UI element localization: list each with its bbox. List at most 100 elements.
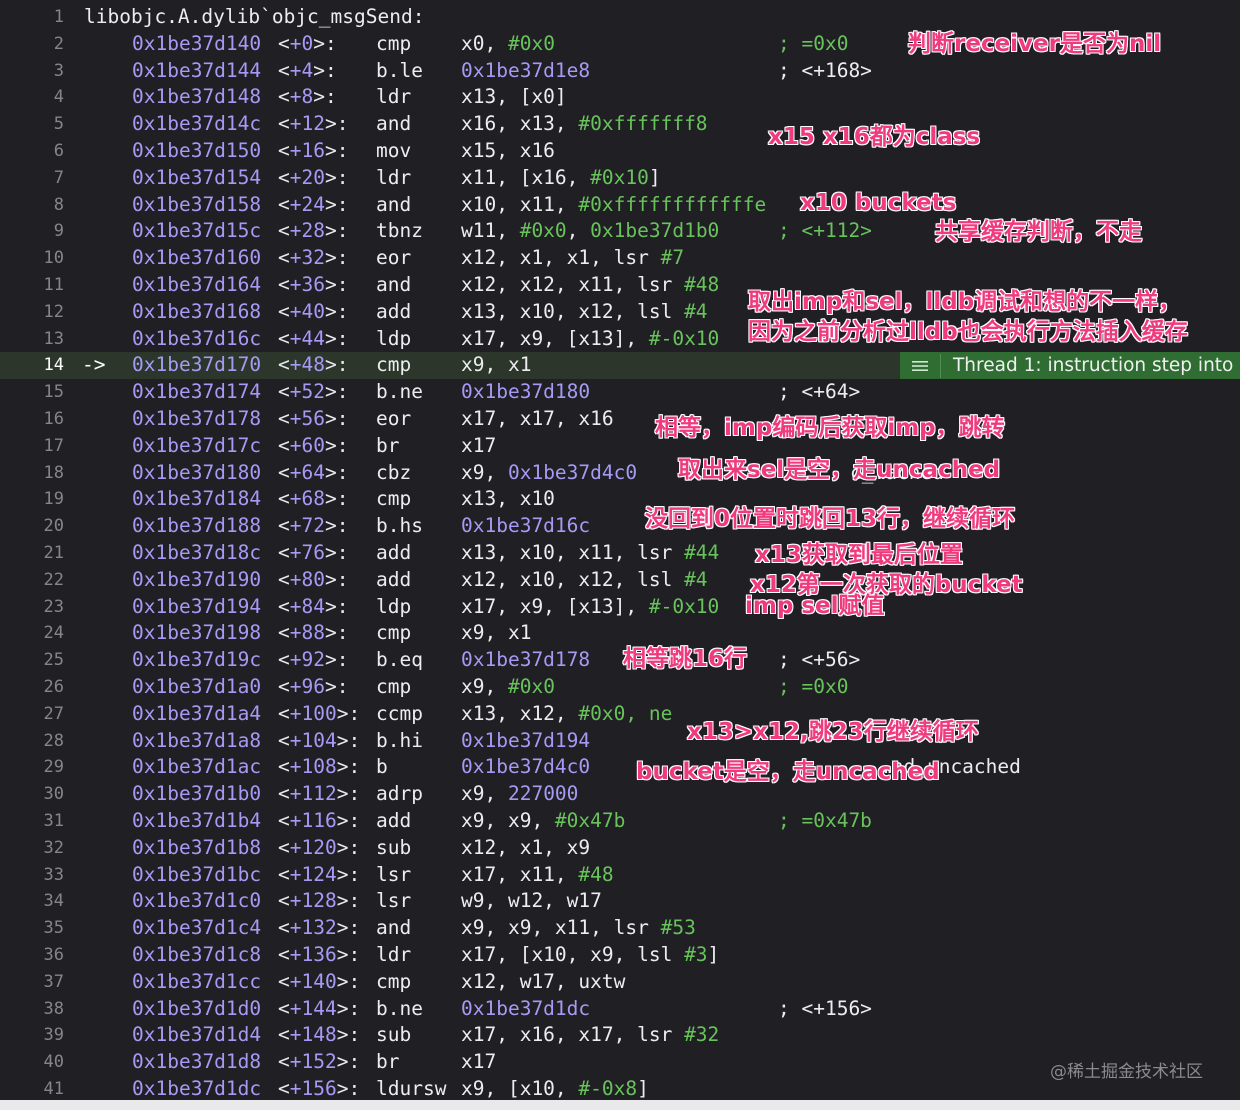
instruction-row[interactable]: 35 0x1be37d1c4 <+132>: and x9, x9, x11, lsr … [0, 915, 1240, 942]
offset-value: +28 [289, 219, 325, 243]
mnemonic: ldr [376, 943, 412, 966]
instruction-row[interactable]: 26 0x1be37d1a0 <+96>: cmp x9, #0x0 ; =0x0 [0, 674, 1240, 701]
instruction-row[interactable]: 4 0x1be37d148 <+8>: ldr x13, [x0] [0, 84, 1240, 111]
instruction-row[interactable]: 34 0x1be37d1c0 <+128>: lsr w9, w12, w17 [0, 888, 1240, 915]
line-number: 24 [43, 623, 64, 644]
operand-token: #48 [578, 862, 614, 886]
operands: x17, x16, x17, lsr #32 [461, 1022, 719, 1049]
instruction-row[interactable]: 20 0x1be37d188 <+72>: b.hs 0x1be37d16c [0, 513, 1240, 540]
line-number: 27 [43, 703, 64, 724]
instruction-row[interactable]: 24 0x1be37d198 <+88>: cmp x9, x1 [0, 620, 1240, 647]
instruction-offset: <+104>: [278, 728, 361, 752]
operands: x13, x10, x11, lsr #44 [461, 540, 719, 567]
instruction-row[interactable]: 39 0x1be37d1d4 <+148>: sub x17, x16, x17, ls… [0, 1022, 1240, 1049]
instruction-row[interactable]: 31 0x1be37d1b4 <+116>: add x9, x9, #0x47b ; =… [0, 808, 1240, 835]
instruction-row[interactable]: 16 0x1be37d178 <+56>: eor x17, x17, x16 [0, 406, 1240, 433]
instruction-offset: <+24>: [278, 192, 349, 216]
instruction-row[interactable]: 7 0x1be37d154 <+20>: ldr x11, [x16, #0x10] [0, 165, 1240, 192]
operand-token: #4 [684, 299, 708, 323]
instruction-row[interactable]: 15 0x1be37d174 <+52>: b.ne 0x1be37d180 ; <+64… [0, 379, 1240, 406]
instruction-comment: ; =0x0 [778, 675, 849, 698]
line-number: 35 [43, 918, 64, 939]
offset-value: +140 [289, 969, 337, 993]
instruction-address: 0x1be37d1b0 [132, 782, 262, 806]
operand-token: , [566, 219, 591, 243]
operand-token: x13, [x0] [461, 85, 567, 109]
instruction-row[interactable]: 32 0x1be37d1b8 <+120>: sub x12, x1, x9 [0, 835, 1240, 862]
instruction-address: 0x1be37d170 [132, 353, 262, 377]
disassembly-header-row: 1 libobjc.A.dylib`objc_msgSend: [0, 4, 1240, 31]
mnemonic: b.hs [376, 514, 423, 538]
operand-token: x12, x12, x11, lsr [461, 273, 685, 296]
annotation-note: 取出来sel是空，走uncached [678, 457, 1001, 483]
mnemonic: and [376, 916, 412, 940]
line-number: 30 [43, 784, 64, 805]
instruction-address: 0x1be37d160 [132, 246, 262, 270]
operand-token: x0, [461, 31, 508, 55]
instruction-address: 0x1be37d150 [132, 139, 262, 162]
instruction-row[interactable]: 22 0x1be37d190 <+80>: add x12, x10, x12, lsl… [0, 567, 1240, 594]
instruction-offset: <+20>: [278, 165, 349, 189]
offset-value: +8 [289, 85, 314, 109]
instruction-row[interactable]: 33 0x1be37d1bc <+124>: lsr x17, x11, #48 [0, 862, 1240, 889]
mnemonic: add [376, 541, 412, 564]
offset-value: +44 [289, 326, 325, 350]
annotation-note: x13获取到最后位置 [755, 542, 963, 568]
operand-token: #3 [684, 943, 708, 966]
line-number: 14 [43, 355, 64, 376]
instruction-row[interactable]: 18 0x1be37d180 <+64>: cbz x9, 0x1be37d4c0 [0, 460, 1240, 487]
instruction-row[interactable]: 29 0x1be37d1ac <+108>: b 0x1be37d4c0 [0, 754, 1240, 781]
offset-value: +60 [289, 433, 325, 457]
offset-value: +40 [289, 299, 325, 323]
instruction-comment: ; =0x47b [778, 809, 872, 832]
instruction-row[interactable]: 23 0x1be37d194 <+84>: ldp x17, x9, [x13], #-… [0, 594, 1240, 621]
instruction-row[interactable]: 6 0x1be37d150 <+16>: mov x15, x16 [0, 138, 1240, 165]
operand-token: ] [707, 943, 720, 966]
operands: x9, [x10, #-0x8] [461, 1076, 649, 1103]
mnemonic: b.ne [376, 380, 423, 404]
instruction-row[interactable]: 38 0x1be37d1d0 <+144>: b.ne 0x1be37d1dc ; <+1… [0, 996, 1240, 1023]
operand-token: 0x1be37d4c0 [461, 755, 591, 779]
instruction-row[interactable]: 36 0x1be37d1c8 <+136>: ldr x17, [x10, x9, ls… [0, 942, 1240, 969]
watermark: @稀土掘金技术社区 [1050, 1062, 1203, 1082]
instruction-address: 0x1be37d164 [132, 273, 262, 296]
instruction-row[interactable]: 27 0x1be37d1a4 <+100>: ccmp x13, x12, #0x0, … [0, 701, 1240, 728]
annotation-note: 共享缓存判断，不走 [935, 219, 1142, 245]
operand-token: x17, x9, [x13], [461, 326, 649, 350]
current-instruction-arrow: -> [82, 353, 106, 377]
instruction-row[interactable]: 5 0x1be37d14c <+12>: and x16, x13, #0xffffff… [0, 111, 1240, 138]
operand-token: x9, [461, 675, 508, 698]
instruction-row[interactable]: 28 0x1be37d1a8 <+104>: b.hi 0x1be37d194 [0, 728, 1240, 755]
instruction-row[interactable]: 19 0x1be37d184 <+68>: cmp x13, x10 [0, 486, 1240, 513]
instruction-row[interactable]: 21 0x1be37d18c <+76>: add x13, x10, x11, lsr… [0, 540, 1240, 567]
instruction-offset: <+120>: [278, 835, 361, 859]
instruction-comment: ; =0x0 [778, 31, 849, 55]
operand-token: x9, [461, 460, 508, 484]
instruction-row[interactable]: 30 0x1be37d1b0 <+112>: adrp x9, 227000 [0, 781, 1240, 808]
instruction-row[interactable]: 25 0x1be37d19c <+92>: b.eq 0x1be37d178 ; <+56… [0, 647, 1240, 674]
instruction-row[interactable]: 8 0x1be37d158 <+24>: and x10, x11, #0xffffff… [0, 192, 1240, 219]
operands: x13, [x0] [461, 84, 567, 111]
operand-token: x13, x12, [461, 701, 579, 725]
thread-status-text: Thread 1: instruction step into [953, 355, 1234, 376]
operands: x13, x10 [461, 486, 555, 513]
instruction-address: 0x1be37d1a0 [132, 675, 262, 698]
instruction-address: 0x1be37d144 [132, 58, 262, 82]
instruction-address: 0x1be37d1d8 [132, 1050, 262, 1074]
operands: w11, #0x0, 0x1be37d1b0 [461, 218, 719, 245]
instruction-row[interactable]: 37 0x1be37d1cc <+140>: cmp x12, w17, uxtw [0, 969, 1240, 996]
operand-token: x15, x16 [461, 139, 555, 162]
instruction-comment: ; <+168> [778, 58, 872, 82]
instruction-row[interactable]: 3 0x1be37d144 <+4>: b.le 0x1be37d1e8 ; <+168> [0, 58, 1240, 85]
operand-token: x11, [x16, [461, 165, 591, 189]
operands: x9, 0x1be37d4c0 [461, 460, 637, 487]
mnemonic: lsr [376, 889, 412, 913]
operand-token: x9, x9, [461, 809, 555, 832]
operands: x9, x1 [461, 352, 531, 379]
instruction-row[interactable]: 10 0x1be37d160 <+32>: eor x12, x1, x1, lsr #… [0, 245, 1240, 272]
thread-status-badge[interactable]: Thread 1: instruction step into [900, 352, 1240, 379]
instruction-row[interactable]: 17 0x1be37d17c <+60>: br x17 [0, 433, 1240, 460]
operand-token: x12, x1, x1, lsr [461, 246, 661, 270]
line-number: 20 [43, 516, 64, 537]
instruction-offset: <+28>: [278, 219, 349, 243]
